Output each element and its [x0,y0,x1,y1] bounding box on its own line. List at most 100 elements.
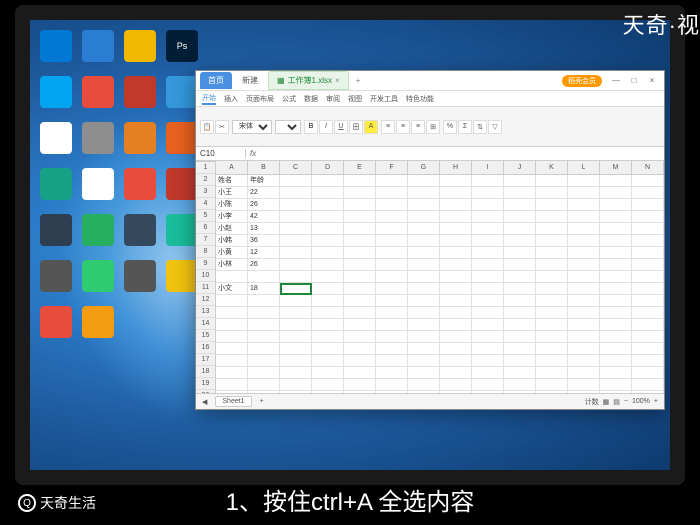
cell[interactable] [568,379,600,391]
cell[interactable] [280,343,312,355]
cell[interactable] [408,379,440,391]
row-header[interactable]: 18 [196,366,215,378]
column-header[interactable]: M [600,161,632,174]
cell[interactable] [312,211,344,223]
view-page-icon[interactable]: ▤ [613,398,620,406]
cell[interactable] [344,199,376,211]
cell[interactable] [568,391,600,393]
cell[interactable] [440,175,472,187]
column-header[interactable]: H [440,161,472,174]
cell[interactable] [568,175,600,187]
cell[interactable] [408,331,440,343]
cell[interactable] [344,211,376,223]
desktop-icon[interactable] [166,168,198,200]
cell[interactable] [600,367,632,379]
cell[interactable]: 13 [248,223,280,235]
cell[interactable] [504,295,536,307]
cell[interactable] [248,391,280,393]
cell[interactable] [632,235,664,247]
cell[interactable] [312,331,344,343]
cell[interactable] [632,187,664,199]
cell[interactable] [216,367,248,379]
cell[interactable] [440,295,472,307]
cell[interactable] [440,307,472,319]
cell[interactable] [568,211,600,223]
cell[interactable]: 小王 [216,187,248,199]
cell[interactable] [504,391,536,393]
cell[interactable] [568,283,600,295]
zoom-out-icon[interactable]: − [624,398,628,405]
cell[interactable]: 小林 [216,259,248,271]
cell[interactable] [504,247,536,259]
row-header[interactable]: 4 [196,198,215,210]
cell[interactable] [344,367,376,379]
cell[interactable] [312,343,344,355]
cell[interactable] [536,259,568,271]
cell[interactable] [408,235,440,247]
tab-new[interactable]: 新建 [234,72,266,89]
cell[interactable] [280,187,312,199]
cell[interactable] [440,283,472,295]
desktop-icon[interactable] [124,214,156,246]
cell[interactable] [216,343,248,355]
cell[interactable] [408,343,440,355]
cell[interactable] [632,295,664,307]
cell[interactable] [472,343,504,355]
cell[interactable] [504,211,536,223]
sheet-add-icon[interactable]: + [260,398,264,405]
cell[interactable] [472,223,504,235]
cell[interactable] [440,367,472,379]
cell[interactable] [248,331,280,343]
row-header[interactable]: 3 [196,186,215,198]
close-tab-icon[interactable]: × [335,76,340,85]
cell[interactable]: 42 [248,211,280,223]
cell[interactable]: 18 [248,283,280,295]
desktop-icon[interactable] [40,122,72,154]
cell[interactable] [600,211,632,223]
column-header[interactable]: N [632,161,664,174]
cell[interactable] [632,379,664,391]
cell[interactable] [600,391,632,393]
ribbon-tab-insert[interactable]: 插入 [224,94,238,104]
cell[interactable]: 26 [248,259,280,271]
tab-workbook[interactable]: ▦工作簿1.xlsx× [268,71,349,90]
column-header[interactable]: L [568,161,600,174]
cell[interactable] [568,199,600,211]
cell[interactable] [280,295,312,307]
cell[interactable] [504,199,536,211]
cell[interactable] [344,391,376,393]
cell[interactable] [376,211,408,223]
cell[interactable]: 小陈 [216,199,248,211]
cell[interactable] [536,331,568,343]
cell[interactable] [312,223,344,235]
cell[interactable] [248,319,280,331]
row-header[interactable]: 13 [196,306,215,318]
cell[interactable] [344,175,376,187]
cell[interactable] [312,379,344,391]
align-right-button[interactable]: ≡ [411,120,425,134]
cell[interactable] [600,343,632,355]
cell[interactable] [376,319,408,331]
cell[interactable]: 26 [248,199,280,211]
cell[interactable] [376,175,408,187]
cell[interactable] [408,247,440,259]
cell[interactable] [600,331,632,343]
cell[interactable]: 小黄 [216,247,248,259]
cell[interactable] [408,259,440,271]
ribbon-tab-review[interactable]: 审阅 [326,94,340,104]
cell[interactable]: 小李 [216,211,248,223]
desktop-icon[interactable] [82,30,114,62]
cell[interactable] [440,199,472,211]
cell[interactable] [376,343,408,355]
cell[interactable] [504,283,536,295]
sheet-prev-icon[interactable]: ◀ [202,398,207,406]
cut-button[interactable]: ✂ [215,120,229,134]
column-header[interactable]: I [472,161,504,174]
column-header[interactable]: K [536,161,568,174]
cell[interactable]: 12 [248,247,280,259]
cell[interactable] [376,235,408,247]
cell[interactable] [600,235,632,247]
column-header[interactable]: D [312,161,344,174]
cell[interactable] [504,175,536,187]
cell[interactable] [440,355,472,367]
